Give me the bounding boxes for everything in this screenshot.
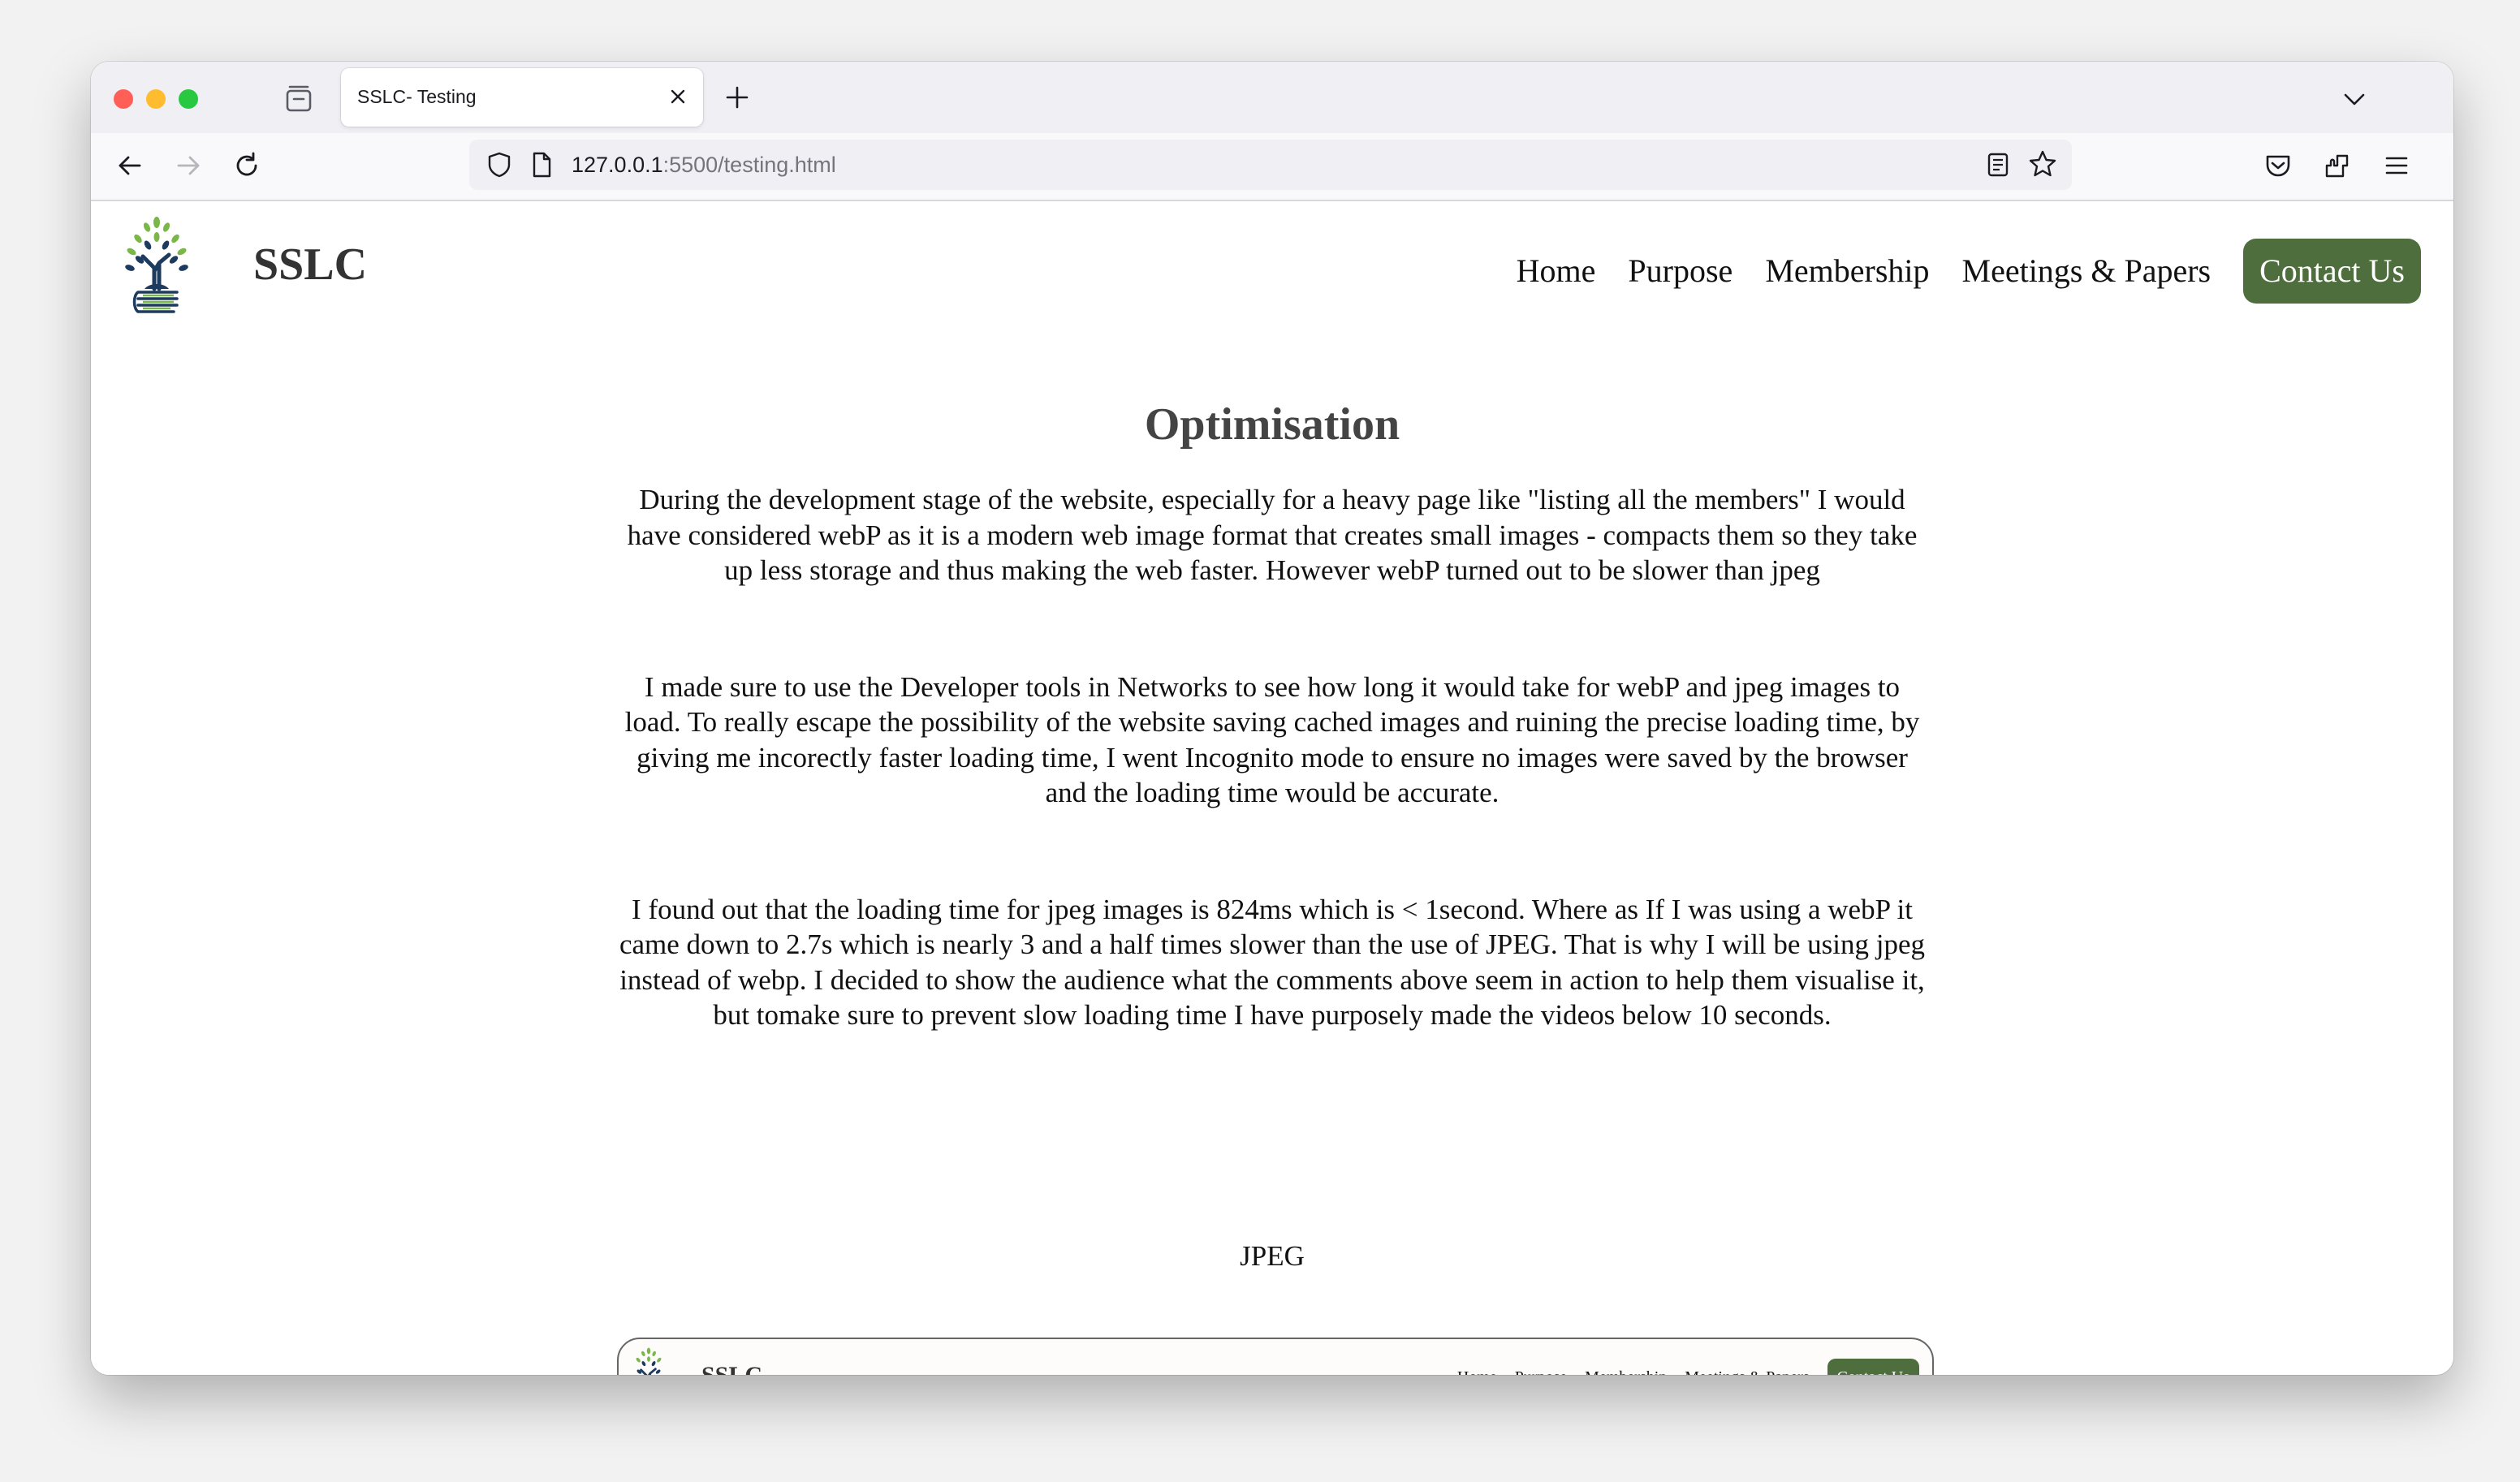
- main-content: Optimisation During the development stag…: [611, 396, 1934, 1114]
- tab-strip: SSLC- Testing: [91, 62, 2453, 133]
- extensions-icon[interactable]: [2320, 149, 2353, 182]
- contact-us-button[interactable]: Contact Us: [2243, 239, 2421, 304]
- back-arrow-icon[interactable]: [114, 149, 146, 182]
- page-title: Optimisation: [1144, 399, 1400, 450]
- browser-window: SSLC- Testing 127.0.0.1:5500/testing.htm…: [91, 62, 2453, 1375]
- tab-overview-icon[interactable]: [281, 83, 317, 115]
- pocket-icon[interactable]: [2262, 149, 2294, 182]
- reload-icon[interactable]: [231, 149, 263, 182]
- url-path: :5500/testing.html: [662, 153, 836, 177]
- menu-icon[interactable]: [2380, 149, 2413, 182]
- preview-nav-membership: Membership: [1585, 1359, 1667, 1375]
- nav-purpose-link[interactable]: Purpose: [1628, 239, 1732, 304]
- tab-active[interactable]: SSLC- Testing: [341, 68, 703, 127]
- tab-title: SSLC- Testing: [357, 86, 477, 107]
- nav-meetings-papers-link[interactable]: Meetings & Papers: [1962, 239, 2211, 304]
- preview-contact-us: Contact Us: [1827, 1359, 1919, 1375]
- minimize-window-button[interactable]: [146, 89, 166, 109]
- shield-icon[interactable]: [484, 149, 515, 180]
- chevron-down-icon[interactable]: [2340, 84, 2369, 114]
- bookmark-star-icon[interactable]: [2026, 148, 2059, 180]
- page-icon: [533, 152, 551, 178]
- preview-nav: Home Purpose Membership Meetings & Paper…: [1439, 1359, 1919, 1375]
- paragraph-webp-intro: During the development stage of the webs…: [627, 484, 1918, 586]
- preview-brand: SSLC: [701, 1362, 762, 1375]
- tree-book-logo-icon: [636, 1347, 662, 1375]
- zoom-window-button[interactable]: [179, 89, 198, 109]
- web-page: SSLC Home Purpose Membership Meetings & …: [91, 201, 2453, 1375]
- site-nav: Home Purpose Membership Meetings & Paper…: [1484, 239, 2421, 304]
- jpeg-section-label: JPEG: [1240, 1240, 1305, 1272]
- nav-home-link[interactable]: Home: [1517, 239, 1596, 304]
- site-header: SSLC Home Purpose Membership Meetings & …: [91, 201, 2453, 331]
- url-text[interactable]: 127.0.0.1:5500/testing.html: [572, 153, 836, 178]
- nav-membership-link[interactable]: Membership: [1765, 239, 1929, 304]
- tree-book-logo-icon[interactable]: [120, 214, 193, 317]
- forward-arrow-icon[interactable]: [172, 149, 205, 182]
- url-host: 127.0.0.1: [572, 153, 663, 177]
- navigation-toolbar: 127.0.0.1:5500/testing.html: [91, 133, 2453, 201]
- preview-nav-meetings-papers: Meetings & Papers: [1685, 1359, 1809, 1375]
- paragraph-loading-results: I found out that the loading time for jp…: [619, 893, 1926, 1032]
- preview-nav-home: Home: [1457, 1359, 1497, 1375]
- paragraph-devtools-method: I made sure to use the Developer tools i…: [624, 670, 1920, 809]
- site-brand[interactable]: SSLC: [253, 239, 367, 291]
- address-bar[interactable]: 127.0.0.1:5500/testing.html: [469, 140, 2072, 190]
- reader-view-icon[interactable]: [1983, 149, 2013, 180]
- new-tab-icon[interactable]: [721, 81, 753, 114]
- close-window-button[interactable]: [114, 89, 133, 109]
- preview-nav-purpose: Purpose: [1515, 1359, 1567, 1375]
- jpeg-video-preview[interactable]: SSLC Home Purpose Membership Meetings & …: [617, 1338, 1934, 1375]
- close-tab-icon[interactable]: [666, 84, 690, 109]
